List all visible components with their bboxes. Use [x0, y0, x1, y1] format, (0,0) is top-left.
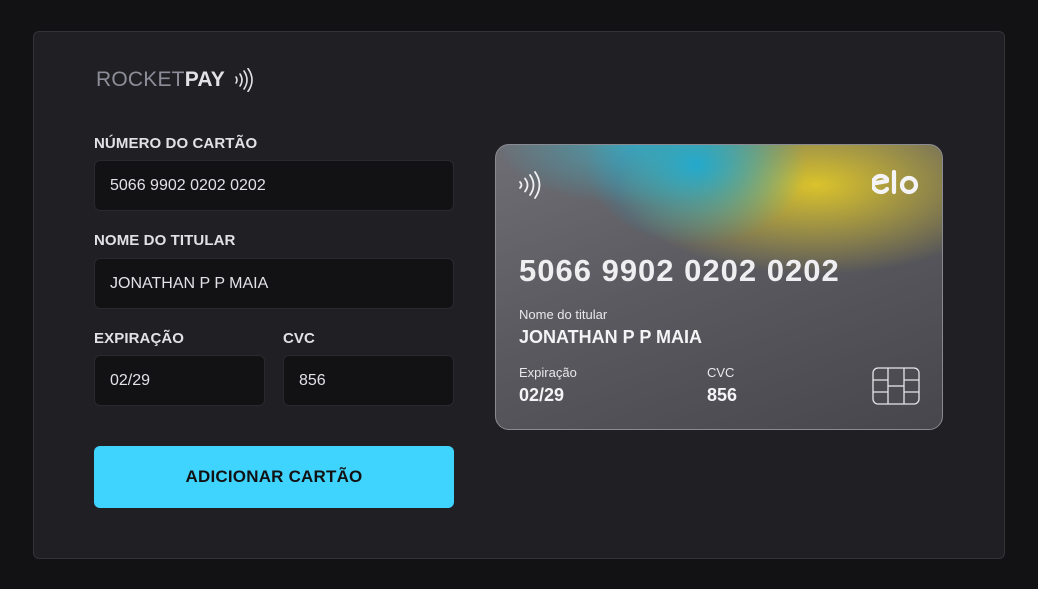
card-expiry-label: Expiração: [519, 365, 577, 380]
holder-name-label: NOME DO TITULAR: [94, 232, 236, 249]
cvc-label: CVC: [283, 330, 315, 347]
expiry-input[interactable]: 02/29: [94, 355, 265, 406]
card-cvc-value: 856: [707, 385, 738, 405]
card-number-label: NÚMERO DO CARTÃO: [94, 135, 258, 152]
expiry-label: EXPIRAÇÃO: [94, 330, 185, 347]
rocketpay-logo: ROCKET PAY: [96, 68, 256, 92]
elo-logo: [872, 169, 919, 195]
holder-name-value: JONATHAN P P MAIA: [110, 274, 269, 292]
logo-pay-text: PAY: [184, 68, 226, 91]
holder-name-input[interactable]: JONATHAN P P MAIA: [94, 258, 454, 309]
cvc-value: 856: [299, 371, 326, 389]
logo-rocket-text: ROCKET: [96, 68, 185, 91]
card-number-display: 5066 9902 0202 0202: [519, 253, 840, 288]
payment-panel: ROCKET PAY NÚMERO DO CARTÃO 5066 9902 020…: [33, 31, 1005, 559]
card-holder-name: JONATHAN P P MAIA: [519, 327, 703, 347]
contactless-icon: [235, 68, 253, 92]
chip-icon: [872, 367, 920, 405]
card-number-value: 5066 9902 0202 0202: [110, 176, 266, 194]
contactless-icon: [519, 171, 541, 199]
card-holder-label: Nome do titular: [519, 307, 608, 322]
expiry-value: 02/29: [110, 371, 151, 389]
card-cvc-label: CVC: [707, 365, 735, 380]
cvc-input[interactable]: 856: [283, 355, 454, 406]
card-expiry-value: 02/29: [519, 385, 565, 405]
add-card-button[interactable]: ADICIONAR CARTÃO: [94, 446, 454, 508]
card-number-input[interactable]: 5066 9902 0202 0202: [94, 160, 454, 211]
card-preview: 5066 9902 0202 0202 Nome do titular JONA…: [495, 144, 943, 430]
